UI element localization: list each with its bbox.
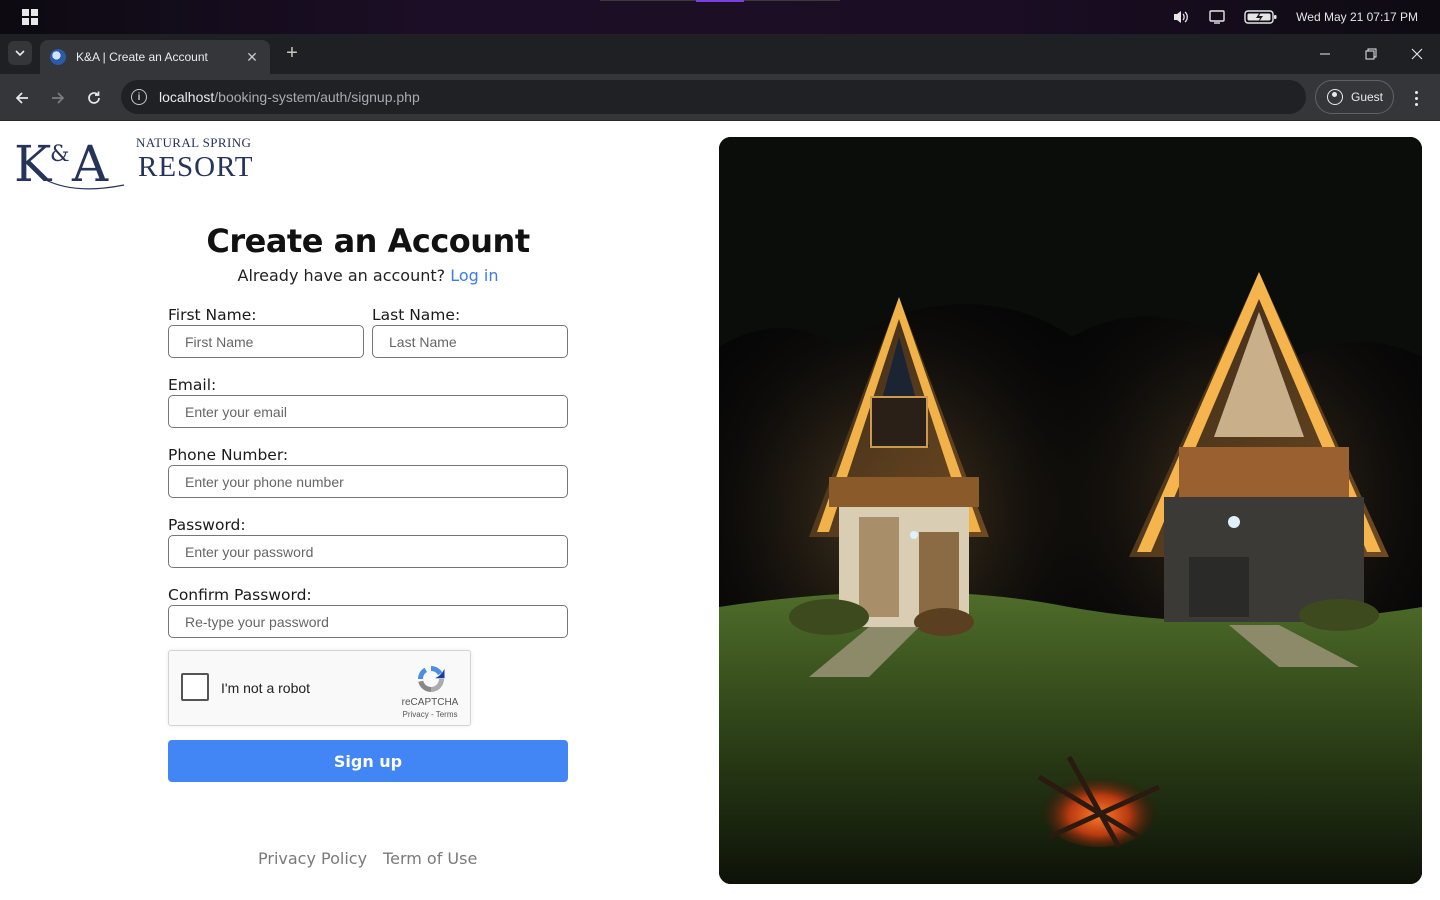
minimize-button[interactable]	[1302, 34, 1348, 74]
browser-toolbar: i localhost/booking-system/auth/signup.p…	[0, 74, 1440, 121]
resort-huts-image	[719, 137, 1422, 884]
tab-search-button[interactable]	[8, 41, 32, 65]
recaptcha-brand: reCAPTCHA	[401, 697, 459, 708]
login-link[interactable]: Log in	[450, 266, 498, 285]
close-window-button[interactable]	[1394, 34, 1440, 74]
password-label: Password:	[168, 516, 246, 534]
site-info-icon[interactable]: i	[131, 89, 147, 105]
volume-icon[interactable]	[1172, 9, 1190, 25]
tab-title: K&A | Create an Account	[76, 50, 208, 64]
tab-active[interactable]: K&A | Create an Account ✕	[40, 40, 270, 74]
email-label: Email:	[168, 376, 217, 394]
reload-button[interactable]	[82, 86, 106, 110]
recaptcha-checkbox[interactable]	[181, 673, 209, 701]
phone-group: Phone Number:	[168, 445, 568, 498]
tab-close-icon[interactable]: ✕	[244, 49, 260, 66]
reload-icon	[88, 91, 100, 104]
svg-text:K: K	[14, 135, 53, 191]
name-row: First Name: Last Name:	[168, 305, 568, 358]
restore-button[interactable]	[1348, 34, 1394, 74]
address-url[interactable]: localhost/booking-system/auth/signup.php	[159, 89, 420, 105]
browser-tabstrip: K&A | Create an Account ✕ +	[0, 34, 1440, 74]
confirm-password-label: Confirm Password:	[168, 586, 312, 604]
window-controls	[1302, 34, 1440, 74]
login-prompt-text: Already have an account?	[237, 266, 446, 285]
back-button[interactable]	[10, 86, 34, 110]
last-name-input[interactable]	[372, 325, 568, 358]
resort-night-photo	[719, 137, 1422, 884]
os-taskbar: Wed May 21 07:17 PM	[0, 0, 1440, 34]
recaptcha-widget: I'm not a robot reCAPTCHA Privacy - Term…	[168, 650, 471, 726]
recaptcha-privacy-terms-links[interactable]: Privacy - Terms	[399, 710, 461, 719]
privacy-policy-link[interactable]: Privacy Policy	[258, 849, 367, 868]
phone-label: Phone Number:	[168, 446, 289, 464]
browser-menu-button[interactable]	[1405, 86, 1427, 110]
signup-form: Create an Account Already have an accoun…	[168, 219, 568, 782]
page-title: Create an Account	[206, 222, 530, 260]
svg-text:RESORT: RESORT	[138, 151, 253, 183]
phone-input[interactable]	[168, 465, 568, 498]
footer-links: Privacy Policy Term of Use	[258, 849, 477, 868]
site-favicon-icon	[50, 49, 66, 65]
signup-page: K & A NATURAL SPRING RESORT Create an Ac…	[0, 121, 1440, 900]
display-icon[interactable]	[1208, 9, 1226, 25]
confirm-password-input[interactable]	[168, 605, 568, 638]
recaptcha-label: I'm not a robot	[221, 680, 311, 696]
windows-start-icon[interactable]	[22, 9, 38, 25]
battery-charging-icon[interactable]	[1244, 9, 1278, 25]
first-name-group: First Name:	[168, 305, 364, 358]
profile-button[interactable]: Guest	[1315, 80, 1394, 114]
recaptcha-logo-icon	[417, 666, 445, 692]
signup-button[interactable]: Sign up	[168, 740, 568, 782]
clock-datetime[interactable]: Wed May 21 07:17 PM	[1296, 10, 1418, 24]
confirm-password-group: Confirm Password:	[168, 585, 568, 638]
svg-text:&: &	[50, 142, 70, 167]
last-name-label: Last Name:	[372, 306, 461, 324]
chevron-down-icon	[15, 50, 25, 56]
terms-of-use-link[interactable]: Term of Use	[383, 849, 477, 868]
last-name-group: Last Name:	[372, 305, 568, 358]
email-group: Email:	[168, 375, 568, 428]
system-tray: Wed May 21 07:17 PM	[1172, 0, 1418, 34]
address-bar[interactable]: i localhost/booking-system/auth/signup.p…	[121, 80, 1306, 114]
resort-logo[interactable]: K & A NATURAL SPRING RESORT	[14, 135, 254, 193]
password-input[interactable]	[168, 535, 568, 568]
logo-graphic: K & A NATURAL SPRING RESORT	[14, 135, 253, 193]
taskbar-active-indicator	[696, 0, 744, 2]
password-group: Password:	[168, 515, 568, 568]
first-name-label: First Name:	[168, 306, 257, 324]
profile-avatar-icon	[1327, 89, 1343, 105]
arrow-left-icon	[15, 92, 28, 104]
first-name-input[interactable]	[168, 325, 364, 358]
login-prompt: Already have an account? Log in	[168, 265, 568, 287]
forward-button[interactable]	[46, 86, 70, 110]
svg-text:NATURAL SPRING: NATURAL SPRING	[136, 135, 251, 150]
email-input[interactable]	[168, 395, 568, 428]
new-tab-button[interactable]: +	[282, 43, 302, 63]
arrow-right-icon	[52, 92, 65, 104]
svg-text:A: A	[71, 135, 109, 191]
profile-label: Guest	[1351, 90, 1384, 104]
